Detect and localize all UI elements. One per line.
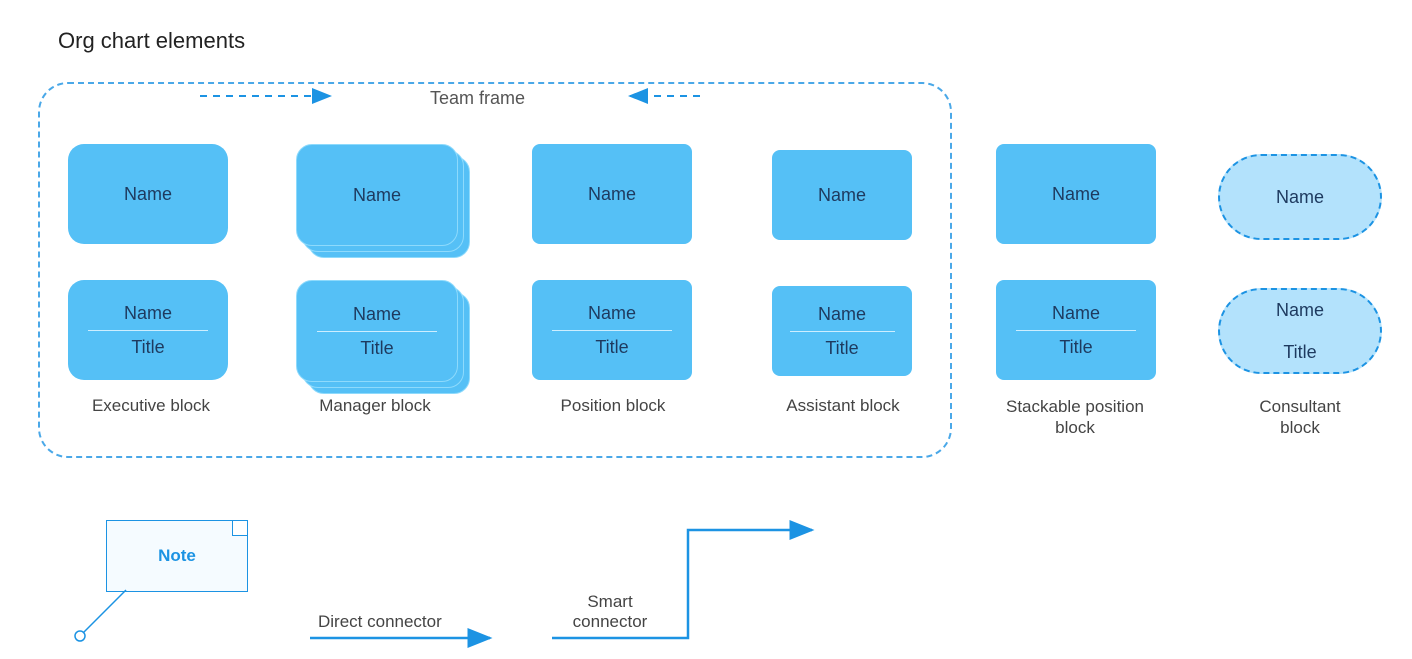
block-separator xyxy=(317,331,437,332)
assistant-block-name-title: Name Title xyxy=(772,286,912,376)
block-separator xyxy=(552,330,672,331)
label-executive: Executive block xyxy=(86,396,216,416)
stackable-block-name-only: Name xyxy=(996,144,1156,244)
note-label: Note xyxy=(158,546,196,566)
block-title: Title xyxy=(297,338,457,359)
note-shape: Note xyxy=(106,520,248,592)
block-name: Name xyxy=(532,303,692,324)
label-assistant: Assistant block xyxy=(778,396,908,416)
block-name: Name xyxy=(588,184,636,205)
block-name: Name xyxy=(1052,184,1100,205)
block-name: Name xyxy=(353,185,401,206)
direct-connector-label: Direct connector xyxy=(318,612,442,632)
block-separator xyxy=(88,330,208,331)
block-title: Title xyxy=(1220,342,1380,363)
team-frame-label: Team frame xyxy=(430,88,525,109)
label-stackable: Stackable position block xyxy=(1000,396,1150,439)
block-name: Name xyxy=(772,304,912,325)
note-fold-icon xyxy=(232,521,247,536)
smart-connector-label: Smart connector xyxy=(560,592,660,633)
block-title: Title xyxy=(532,337,692,358)
block-name: Name xyxy=(297,304,457,325)
label-consultant: Consultant block xyxy=(1240,396,1360,439)
diagram-canvas: Org chart elements Team frame Name Name … xyxy=(0,0,1412,659)
assistant-block-name-only: Name xyxy=(772,150,912,240)
block-separator xyxy=(790,331,895,332)
block-name: Name xyxy=(1220,300,1380,321)
block-name: Name xyxy=(68,303,228,324)
block-separator xyxy=(1016,330,1136,331)
block-name: Name xyxy=(124,184,172,205)
block-title: Title xyxy=(68,337,228,358)
consultant-block-name-title: Name Title xyxy=(1218,288,1382,374)
position-block-name-only: Name xyxy=(532,144,692,244)
stackable-block-name-title: Name Title xyxy=(996,280,1156,380)
position-block-name-title: Name Title xyxy=(532,280,692,380)
block-name: Name xyxy=(996,303,1156,324)
block-name: Name xyxy=(1276,187,1324,208)
block-title: Title xyxy=(996,337,1156,358)
block-title: Title xyxy=(772,338,912,359)
executive-block-name-title: Name Title xyxy=(68,280,228,380)
executive-block-name-only: Name xyxy=(68,144,228,244)
label-manager: Manager block xyxy=(310,396,440,416)
block-name: Name xyxy=(818,185,866,206)
page-title: Org chart elements xyxy=(58,28,245,54)
label-position: Position block xyxy=(548,396,678,416)
consultant-block-name-only: Name xyxy=(1218,154,1382,240)
